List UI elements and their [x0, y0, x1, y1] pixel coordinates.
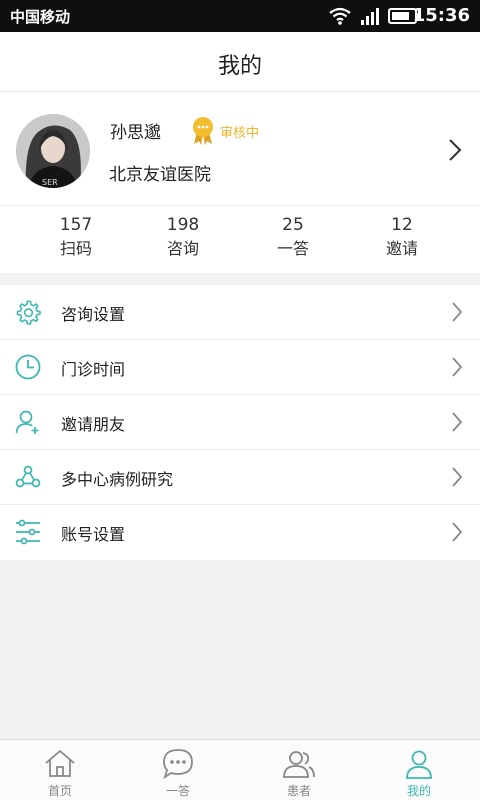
stat-answer[interactable]: 25 一答: [233, 214, 353, 260]
chevron-right-icon: [451, 466, 463, 492]
chevron-right-icon: [451, 411, 463, 437]
badge-label: 审核中: [220, 126, 260, 141]
review-status-badge: 审核中: [190, 116, 270, 146]
network-icon: [15, 464, 41, 490]
tab-label: 一答: [165, 784, 190, 798]
status-bar: 中国移动 15:36: [0, 0, 480, 32]
menu-item-label: 邀请朋友: [61, 415, 126, 434]
person-icon: [403, 748, 435, 780]
chat-icon: [162, 748, 194, 780]
chevron-right-icon: [451, 521, 463, 547]
page-header: 我的: [0, 32, 480, 92]
tab-label: 患者: [286, 784, 311, 798]
clock-time: 15:36: [412, 5, 470, 26]
chevron-right-icon: [451, 356, 463, 382]
menu-item-label: 账号设置: [61, 525, 126, 544]
profile-card[interactable]: SER 孙思邈 审核中 北京友谊医院: [0, 92, 480, 206]
chevron-right-icon: [451, 301, 463, 327]
gear-icon: [15, 299, 41, 325]
signal-icon: [360, 6, 382, 30]
stat-value: 25: [282, 215, 304, 235]
stat-consult[interactable]: 198 咨询: [123, 214, 243, 260]
menu-item-multicenter-study[interactable]: 多中心病例研究: [0, 450, 480, 505]
tab-answer[interactable]: 一答: [118, 740, 238, 800]
stat-value: 12: [391, 215, 413, 235]
avatar[interactable]: SER: [16, 114, 90, 188]
bottom-tab-bar: 首页 一答 患者 我的: [0, 739, 480, 800]
home-icon: [44, 748, 76, 780]
stat-label: 一答: [276, 239, 309, 258]
tab-mine[interactable]: 我的: [359, 740, 479, 800]
svg-text:SER: SER: [42, 178, 58, 187]
carrier-name: 中国移动: [10, 8, 71, 26]
stat-invite[interactable]: 12 邀请: [342, 214, 462, 260]
medal-icon: [190, 116, 216, 150]
tab-label: 首页: [47, 784, 72, 798]
stat-scan[interactable]: 157 扫码: [16, 214, 136, 260]
stat-label: 扫码: [59, 239, 92, 258]
menu-item-label: 多中心病例研究: [61, 470, 174, 489]
wifi-icon: [328, 6, 352, 30]
tab-label: 我的: [406, 784, 431, 798]
stat-label: 咨询: [166, 239, 199, 258]
stat-value: 198: [166, 215, 200, 235]
stat-label: 邀请: [385, 239, 418, 258]
menu-item-label: 咨询设置: [61, 305, 126, 324]
stats-row: 157 扫码 198 咨询 25 一答 12 邀请: [0, 206, 480, 273]
add-user-icon: [15, 409, 41, 435]
chevron-right-icon[interactable]: [448, 138, 462, 166]
menu-item-label: 门诊时间: [61, 360, 126, 379]
menu-item-account-settings[interactable]: 账号设置: [0, 505, 480, 560]
hospital-name: 北京友谊医院: [109, 165, 211, 185]
sliders-icon: [15, 519, 41, 545]
page-title: 我的: [217, 54, 262, 79]
tab-home[interactable]: 首页: [0, 740, 120, 800]
stat-value: 157: [59, 215, 93, 235]
menu-item-invite-friends[interactable]: 邀请朋友: [0, 395, 480, 450]
menu-item-clinic-hours[interactable]: 门诊时间: [0, 340, 480, 395]
doctor-name: 孙思邈: [110, 123, 161, 143]
clock-icon: [15, 354, 41, 380]
tab-patients[interactable]: 患者: [239, 740, 359, 800]
settings-menu: 咨询设置 门诊时间 邀请朋友 多中心病例研究 账号设置: [0, 285, 480, 560]
menu-item-consult-settings[interactable]: 咨询设置: [0, 285, 480, 340]
patients-icon: [283, 748, 315, 780]
